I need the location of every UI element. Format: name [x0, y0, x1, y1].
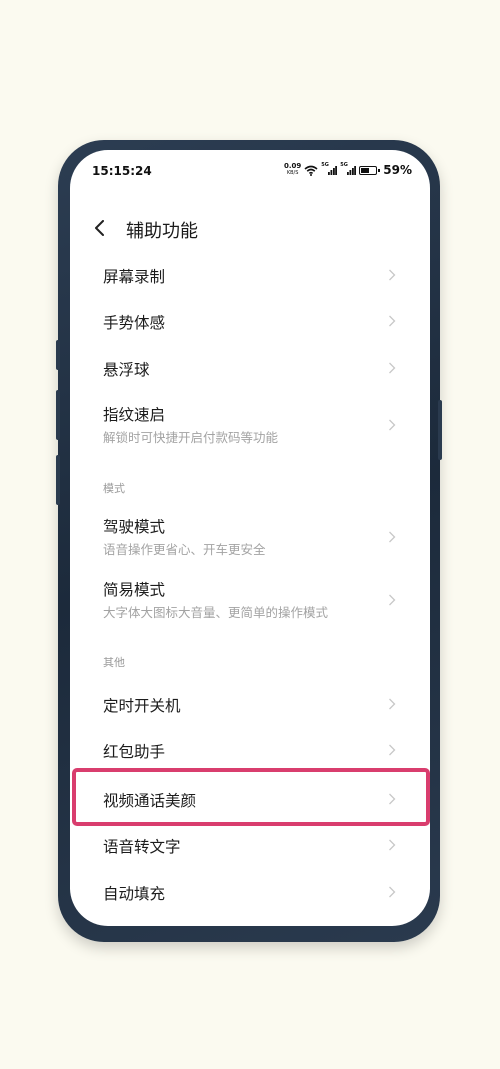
page-header: 辅助功能 — [70, 210, 430, 246]
list-item-title: 指纹速启 — [103, 406, 166, 424]
battery-icon — [359, 165, 381, 175]
cellular-signal-1: 5G — [321, 162, 338, 176]
list-item-subtitle: 语音操作更省心、开车更安全 — [103, 542, 266, 557]
list-item-red-packet[interactable]: 红包助手 — [70, 727, 430, 773]
highlight-box — [72, 768, 430, 826]
side-button — [56, 340, 60, 370]
list-item-gesture[interactable]: 手势体感 — [70, 298, 430, 344]
list-item-simple-mode[interactable]: 简易模式 大字体大图标大音量、更简单的操作模式 — [70, 568, 430, 632]
list-item-title: 悬浮球 — [103, 361, 150, 379]
network-speed-value: 0.09 — [283, 162, 302, 170]
list-item-title: 语音转文字 — [103, 838, 181, 856]
cellular-signal-2: 5G — [340, 162, 357, 176]
wifi-icon — [304, 165, 318, 176]
status-bar: 15:15:24 0.09 KB/S 5G 5G 59% — [70, 150, 430, 194]
section-label-mode: 模式 — [103, 482, 125, 495]
list-item-subtitle: 大字体大图标大音量、更简单的操作模式 — [103, 605, 329, 620]
section-label-other: 其他 — [103, 656, 125, 669]
list-item-title: 屏幕录制 — [103, 268, 166, 286]
chevron-right-icon — [389, 594, 396, 606]
signal-bars-icon — [328, 166, 338, 175]
status-icons: 0.09 KB/S 5G 5G 59% — [284, 162, 412, 178]
list-item-screen-record[interactable]: 屏幕录制 — [70, 252, 430, 298]
chevron-right-icon — [389, 419, 396, 431]
list-item-scheduled-power[interactable]: 定时开关机 — [70, 681, 430, 727]
battery-percent: 59% — [383, 163, 412, 177]
chevron-right-icon — [389, 315, 396, 327]
chevron-right-icon — [389, 531, 396, 543]
list-item-title: 红包助手 — [103, 743, 166, 761]
list-item-floating-ball[interactable]: 悬浮球 — [70, 345, 430, 391]
chevron-right-icon — [389, 698, 396, 710]
list-item-subtitle: 解锁时可快捷开启付款码等功能 — [103, 430, 279, 445]
chevron-right-icon — [389, 839, 396, 851]
side-button — [56, 455, 60, 505]
chevron-right-icon — [389, 886, 396, 898]
list-item-title: 手势体感 — [103, 314, 166, 332]
power-button — [438, 400, 442, 460]
list-item-speech-to-text[interactable]: 语音转文字 — [70, 822, 430, 868]
network-speed-unit: KB/S — [286, 170, 299, 176]
chevron-left-icon[interactable] — [92, 220, 108, 236]
list-item-title: 简易模式 — [103, 581, 166, 599]
chevron-right-icon — [389, 362, 396, 374]
list-item-title: 驾驶模式 — [103, 518, 166, 536]
list-item-autofill[interactable]: 自动填充 — [70, 869, 430, 915]
list-item-fingerprint[interactable]: 指纹速启 解锁时可快捷开启付款码等功能 — [70, 393, 430, 457]
signal-bars-icon — [347, 166, 357, 175]
chevron-right-icon — [389, 269, 396, 281]
chevron-right-icon — [389, 744, 396, 756]
list-item-title: 定时开关机 — [103, 697, 181, 715]
status-time: 15:15:24 — [92, 164, 152, 178]
page-title: 辅助功能 — [126, 221, 198, 242]
list-item-driving-mode[interactable]: 驾驶模式 语音操作更省心、开车更安全 — [70, 505, 430, 569]
side-button — [56, 390, 60, 440]
list-item-title: 自动填充 — [103, 885, 166, 903]
battery-fill — [361, 167, 370, 173]
network-speed: 0.09 KB/S — [284, 163, 301, 177]
